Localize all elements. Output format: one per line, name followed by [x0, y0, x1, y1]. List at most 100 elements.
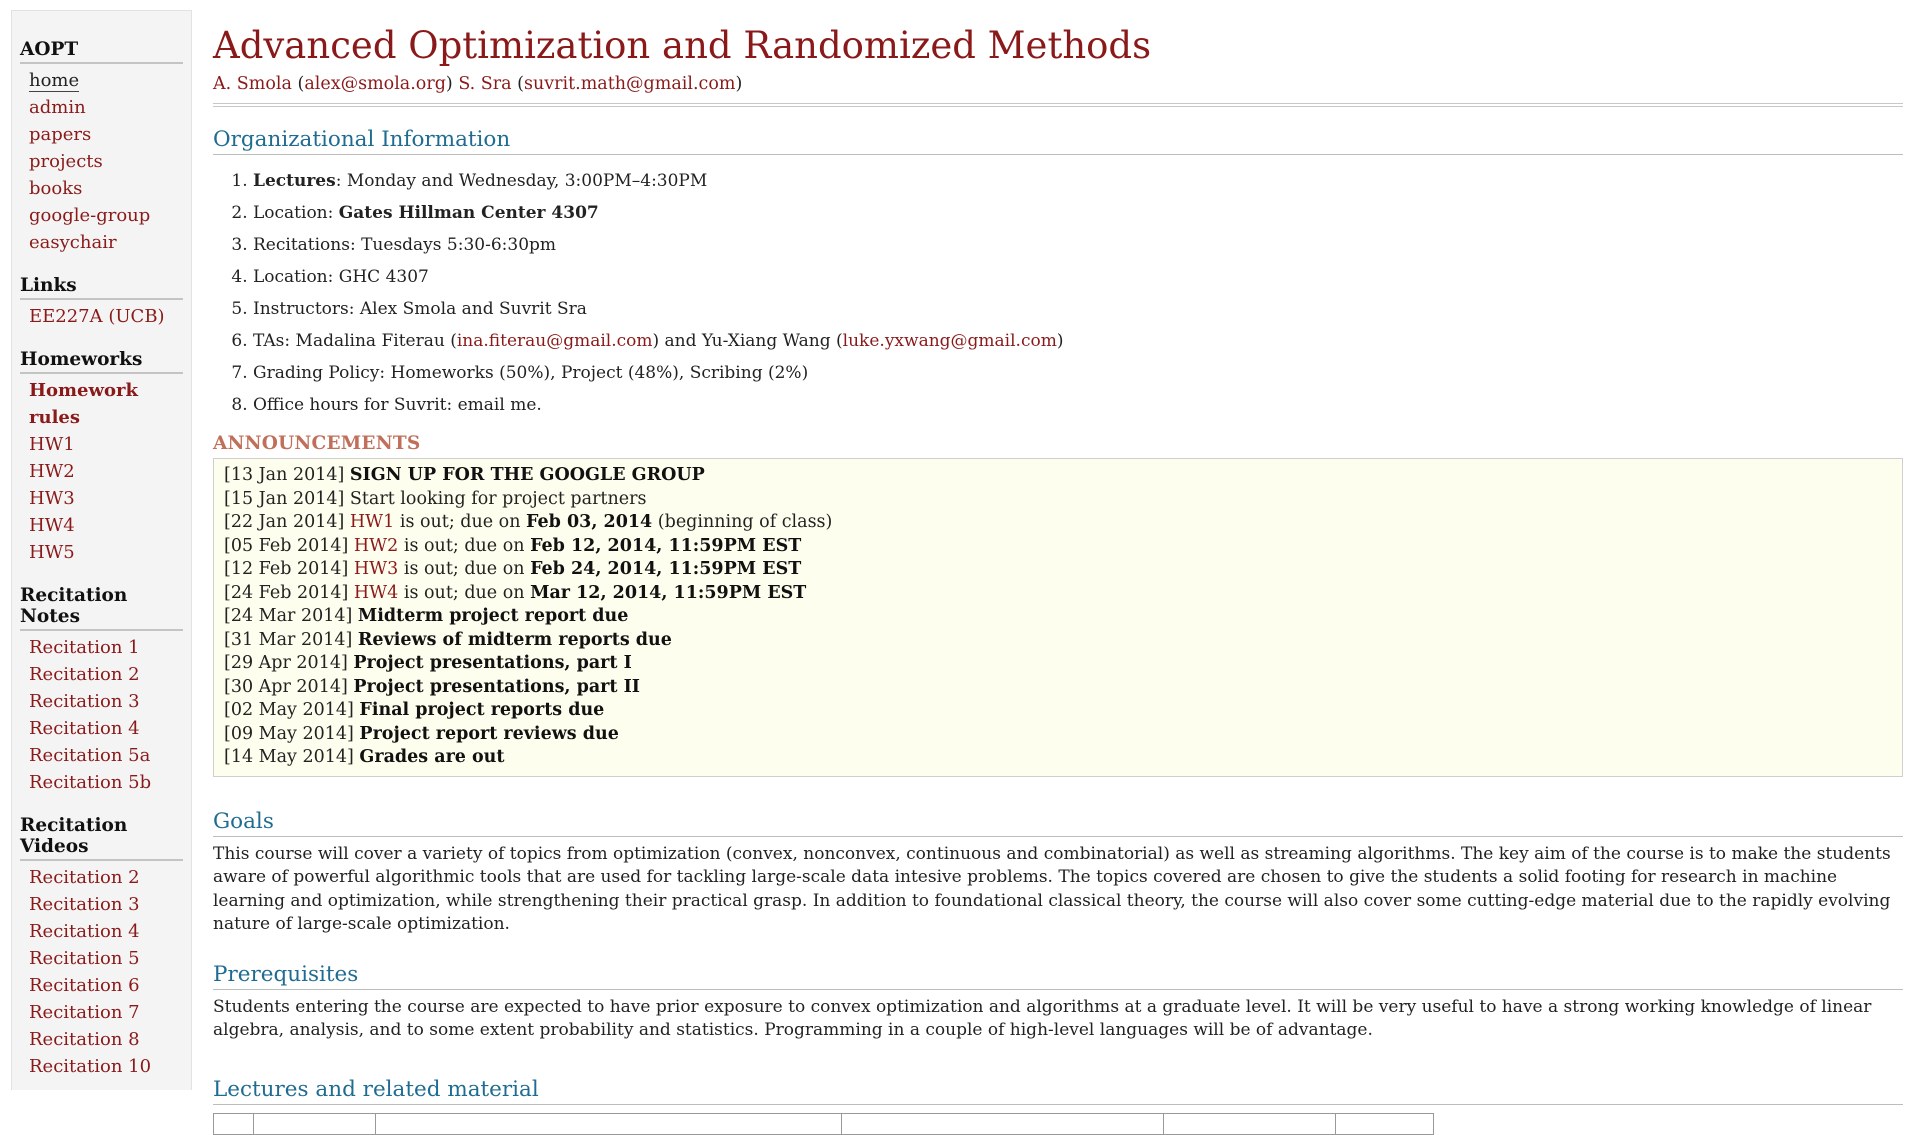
- org-info-item: TAs: Madalina Fiterau (ina.fiterau@gmail…: [253, 325, 1903, 357]
- announcement-highlight: SIGN UP FOR THE GOOGLE GROUP: [349, 465, 705, 485]
- homework-link[interactable]: HW1: [350, 512, 394, 532]
- sidebar-item-label: Recitation 2: [29, 664, 140, 685]
- announcements-heading: ANNOUNCEMENTS: [213, 433, 421, 454]
- announcement-item: [02 May 2014] Final project reports due: [224, 699, 1892, 723]
- author-smola-email-link[interactable]: alex@smola.org: [304, 74, 446, 94]
- announcement-highlight: Project presentations, part I: [353, 653, 632, 673]
- announcement-item: [24 Mar 2014] Midterm project report due: [224, 605, 1892, 629]
- sidebar-item-recitation-3[interactable]: Recitation 3: [20, 891, 183, 918]
- sidebar-item-recitation-2[interactable]: Recitation 2: [20, 864, 183, 891]
- org-info-item: Location: GHC 4307: [253, 261, 1903, 293]
- announcement-highlight: Mar 12, 2014, 11:59PM EST: [530, 582, 807, 603]
- menu-heading: Recitation Videos: [20, 815, 183, 861]
- sidebar-item-easychair[interactable]: easychair: [20, 229, 183, 256]
- sidebar-item-papers[interactable]: papers: [20, 121, 183, 148]
- page-title: Advanced Optimization and Randomized Met…: [213, 24, 1152, 67]
- org-item-label: Lectures: [253, 171, 336, 191]
- announcement-item: [15 Jan 2014] Start looking for project …: [224, 488, 1892, 512]
- sidebar-item-recitation-5[interactable]: Recitation 5: [20, 945, 183, 972]
- ta-email-link[interactable]: ina.fiterau@gmail.com: [457, 331, 653, 351]
- sidebar-item-label: easychair: [29, 232, 117, 253]
- announcement-text: is out; due on: [398, 535, 531, 556]
- sidebar-item-label: EE227A (UCB): [29, 306, 165, 327]
- announcement-item: [09 May 2014] Project report reviews due: [224, 723, 1892, 747]
- author-sra-link[interactable]: S. Sra: [458, 74, 511, 94]
- homework-link[interactable]: HW4: [354, 583, 398, 603]
- sidebar-item-label: HW5: [29, 542, 75, 563]
- announcement-date: [24 Mar 2014]: [224, 606, 353, 626]
- announcement-highlight: Project report reviews due: [359, 723, 619, 744]
- sidebar-item-recitation-4[interactable]: Recitation 4: [20, 918, 183, 945]
- table-cell: [213, 1112, 254, 1135]
- announcement-highlight: Feb 03, 2014: [526, 512, 653, 532]
- sidebar-item-label: Recitation 5: [29, 948, 140, 969]
- sidebar-item-label: Homework rules: [29, 380, 138, 428]
- announcement-date: [05 Feb 2014]: [224, 535, 349, 556]
- org-info-heading: Organizational Information: [213, 127, 1903, 155]
- sidebar-item-label: Recitation 5b: [29, 772, 152, 793]
- announcement-item: [29 Apr 2014] Project presentations, par…: [224, 652, 1892, 676]
- sidebar-item-label: HW3: [29, 488, 75, 509]
- sidebar-item-hw2[interactable]: HW2: [20, 458, 183, 485]
- sidebar-item-admin[interactable]: admin: [20, 94, 183, 121]
- announcement-item: [14 May 2014] Grades are out: [224, 746, 1892, 770]
- sidebar-item-recitation-6[interactable]: Recitation 6: [20, 972, 183, 999]
- sidebar-item-homework-rules[interactable]: Homework rules: [20, 377, 183, 431]
- sidebar-item-label: Recitation 5a: [29, 745, 151, 766]
- announcement-text: is out; due on: [394, 512, 527, 532]
- sidebar-item-recitation-3[interactable]: Recitation 3: [20, 688, 183, 715]
- sidebar-item-recitation-7[interactable]: Recitation 7: [20, 999, 183, 1026]
- ta-suffix: ): [1056, 331, 1064, 351]
- sidebar-item-recitation-8[interactable]: Recitation 8: [20, 1026, 183, 1053]
- announcements-box: [13 Jan 2014] SIGN UP FOR THE GOOGLE GRO…: [213, 458, 1903, 777]
- table-cell: [1335, 1112, 1434, 1135]
- sidebar-item-books[interactable]: books: [20, 175, 183, 202]
- announcement-item: [30 Apr 2014] Project presentations, par…: [224, 676, 1892, 700]
- table-cell: [841, 1112, 1164, 1135]
- announcement-text: Start looking for project partners: [349, 488, 647, 509]
- org-info-item: Lectures: Monday and Wednesday, 3:00PM–4…: [253, 165, 1903, 197]
- menu-group-homeworks: Homeworks Homework rules HW1 HW2 HW3 HW4 HW5: [20, 349, 183, 566]
- sidebar-item-google-group[interactable]: google-group: [20, 202, 183, 229]
- sidebar-item-label: Recitation 4: [29, 921, 140, 942]
- sidebar-item-hw4[interactable]: HW4: [20, 512, 183, 539]
- table-row: [213, 1112, 1434, 1135]
- menu-group-aopt: AOPT home admin papers projects books google-g…: [20, 39, 183, 256]
- org-item-text: Instructors: Alex Smola and Suvrit Sra: [253, 299, 587, 319]
- menu-heading: Recitation Notes: [20, 585, 183, 631]
- sidebar-item-label: Recitation 3: [29, 691, 140, 712]
- sidebar-item-label: admin: [29, 97, 86, 118]
- sidebar-item-label: HW4: [29, 515, 75, 536]
- sidebar-item-label: Recitation 2: [29, 867, 140, 888]
- org-item-text: Location:: [253, 203, 339, 223]
- header-divider: [213, 103, 1903, 107]
- announcement-date: [29 Apr 2014]: [224, 653, 348, 673]
- author-smola-link[interactable]: A. Smola: [213, 74, 292, 94]
- sidebar-item-recitation-1[interactable]: Recitation 1: [20, 634, 183, 661]
- sidebar-item-hw1[interactable]: HW1: [20, 431, 183, 458]
- author-sra-email-link[interactable]: suvrit.math@gmail.com: [524, 74, 735, 94]
- homework-link[interactable]: HW2: [354, 536, 398, 556]
- announcement-date: [13 Jan 2014]: [224, 465, 345, 485]
- homework-link[interactable]: HW3: [354, 559, 398, 579]
- sidebar-item-recitation-4[interactable]: Recitation 4: [20, 715, 183, 742]
- sidebar-item-ee227a-ucb[interactable]: EE227A (UCB): [20, 303, 183, 330]
- sidebar-item-recitation-5b[interactable]: Recitation 5b: [20, 769, 183, 796]
- sidebar-item-recitation-10[interactable]: Recitation 10: [20, 1053, 183, 1080]
- sidebar-item-label: Recitation 4: [29, 718, 140, 739]
- org-info-item: Instructors: Alex Smola and Suvrit Sra: [253, 293, 1903, 325]
- lectures-heading: Lectures and related material: [213, 1077, 1903, 1105]
- sidebar-item-hw3[interactable]: HW3: [20, 485, 183, 512]
- org-info-item: Recitations: Tuesdays 5:30-6:30pm: [253, 229, 1903, 261]
- sidebar-item-projects[interactable]: projects: [20, 148, 183, 175]
- sidebar-item-hw5[interactable]: HW5: [20, 539, 183, 566]
- sidebar-item-label: projects: [29, 151, 103, 172]
- sidebar-item-recitation-2[interactable]: Recitation 2: [20, 661, 183, 688]
- sidebar-item-recitation-5a[interactable]: Recitation 5a: [20, 742, 183, 769]
- menu-heading: AOPT: [20, 39, 183, 64]
- sidebar-item-home[interactable]: home: [20, 67, 183, 94]
- ta-email-link[interactable]: luke.yxwang@gmail.com: [843, 331, 1057, 351]
- org-item-text: : Monday and Wednesday, 3:00PM–4:30PM: [335, 171, 708, 191]
- sidebar-item-label: HW2: [29, 461, 75, 482]
- sidebar-item-label: Recitation 6: [29, 975, 140, 996]
